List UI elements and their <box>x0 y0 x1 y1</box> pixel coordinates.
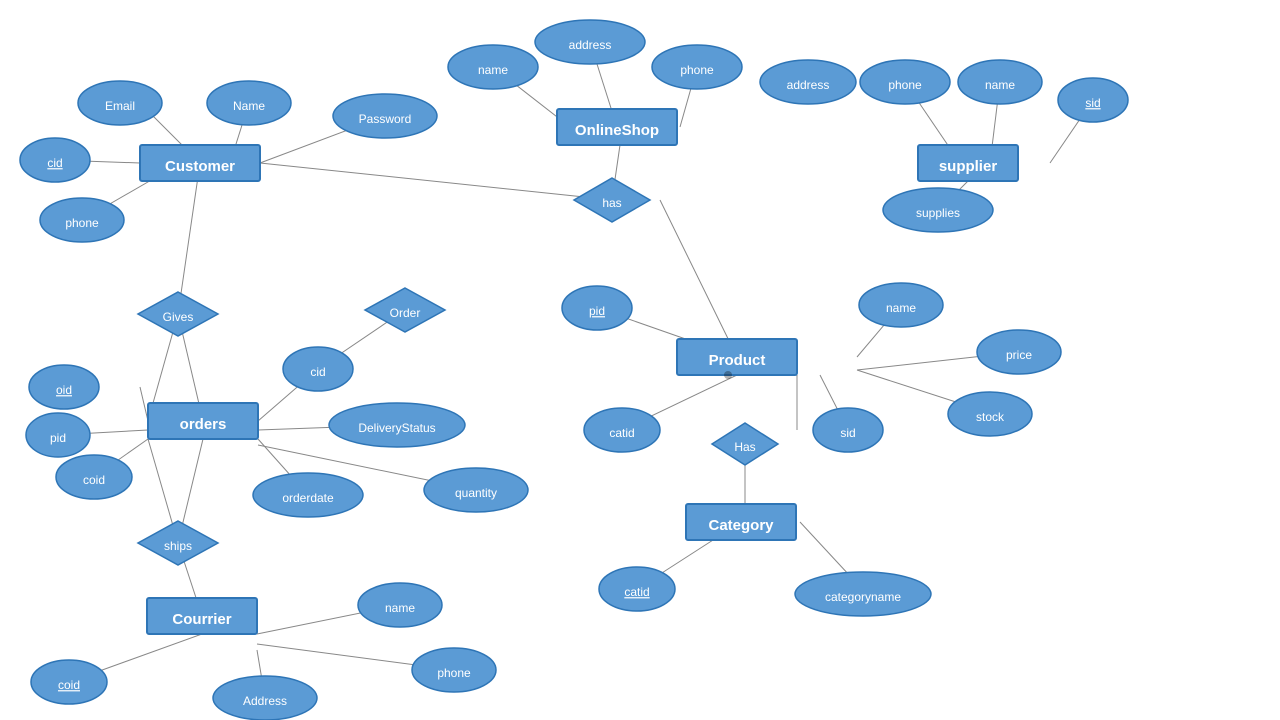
svg-text:orderdate: orderdate <box>282 491 334 505</box>
svg-text:catid: catid <box>609 426 634 440</box>
svg-text:phone: phone <box>437 666 471 680</box>
svg-text:Has: Has <box>734 440 755 454</box>
svg-text:Order: Order <box>390 306 421 320</box>
svg-text:has: has <box>602 196 621 210</box>
svg-text:address: address <box>787 78 830 92</box>
svg-text:price: price <box>1006 348 1032 362</box>
onlineshop-entity-label: OnlineShop <box>575 122 659 139</box>
svg-text:Password: Password <box>359 112 412 126</box>
customer-entity-label: Customer <box>165 158 235 175</box>
svg-text:phone: phone <box>65 216 99 230</box>
svg-text:Email: Email <box>105 99 135 113</box>
svg-text:coid: coid <box>58 678 80 692</box>
svg-text:sid: sid <box>840 426 855 440</box>
svg-text:phone: phone <box>680 63 714 77</box>
svg-text:cid: cid <box>310 365 325 379</box>
svg-text:categoryname: categoryname <box>825 590 901 604</box>
svg-text:Address: Address <box>243 694 287 708</box>
svg-text:coid: coid <box>83 473 105 487</box>
svg-text:quantity: quantity <box>455 486 497 500</box>
product-entity-label: Product <box>709 352 766 369</box>
svg-text:Name: Name <box>233 99 265 113</box>
svg-text:name: name <box>985 78 1015 92</box>
svg-text:catid: catid <box>624 585 649 599</box>
svg-text:stock: stock <box>976 410 1005 424</box>
supplier-entity-label: supplier <box>939 158 998 175</box>
er-diagram: address name phone Email Name Password p… <box>0 0 1280 720</box>
svg-text:cid: cid <box>47 156 62 170</box>
orders-entity-label: orders <box>180 416 227 433</box>
svg-text:Gives: Gives <box>163 310 194 324</box>
svg-text:pid: pid <box>50 431 66 445</box>
courrier-entity-label: Courrier <box>172 611 231 628</box>
svg-text:phone: phone <box>888 78 922 92</box>
svg-text:sid: sid <box>1085 96 1100 110</box>
svg-text:DeliveryStatus: DeliveryStatus <box>358 421 435 435</box>
svg-text:ships: ships <box>164 539 192 553</box>
svg-text:supplies: supplies <box>916 206 960 220</box>
svg-text:oid: oid <box>56 383 72 397</box>
svg-text:name: name <box>478 63 508 77</box>
svg-text:name: name <box>385 601 415 615</box>
category-entity-label: Category <box>708 517 774 534</box>
svg-text:address: address <box>569 38 612 52</box>
svg-text:name: name <box>886 301 916 315</box>
svg-text:pid: pid <box>589 304 605 318</box>
